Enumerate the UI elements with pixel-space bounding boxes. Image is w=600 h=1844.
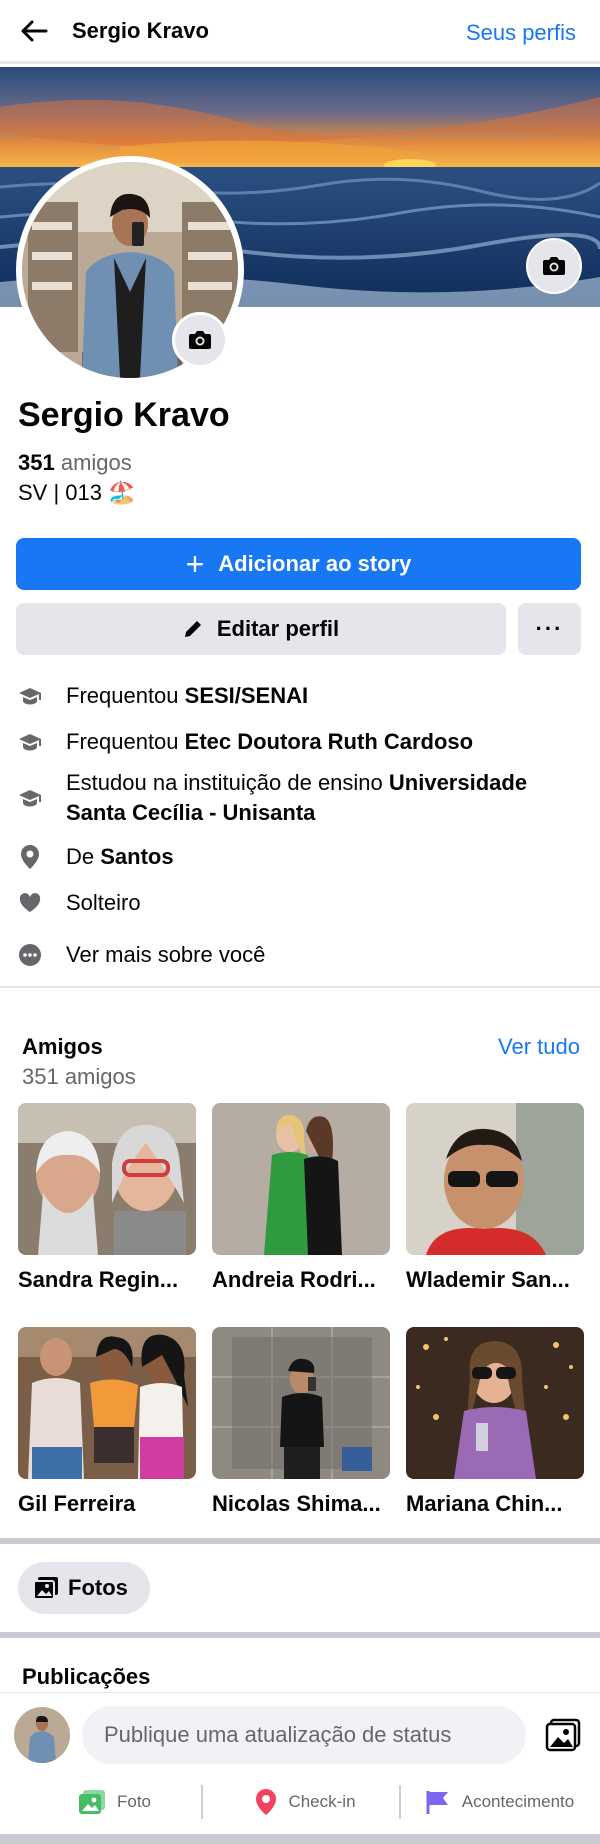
add-to-story-button[interactable]: + Adicionar ao story (16, 538, 581, 590)
intro-text: Ver mais sobre você (66, 942, 266, 967)
intro-education-2: Frequentou Etec Doutora Ruth Cardoso (16, 727, 586, 757)
intro-text: Frequentou (66, 729, 185, 754)
friend-card[interactable]: Gil Ferreira (18, 1327, 196, 1517)
photo-album-icon (34, 1577, 58, 1599)
action-divider (399, 1785, 401, 1819)
profile-bio: SV | 013 🏖️ (18, 480, 136, 505)
friend-card[interactable]: Nicolas Shima... (212, 1327, 390, 1517)
friends-count-label: amigos (60, 450, 132, 475)
photo-action-label: Foto (116, 1792, 152, 1811)
checkin-action-button[interactable]: Check-in (216, 1782, 396, 1822)
graduation-cap-icon (16, 727, 44, 757)
life-event-action-button[interactable]: Acontecimento (410, 1782, 590, 1822)
edit-profile-button[interactable]: Editar perfil (16, 603, 506, 655)
intro-bold[interactable]: Etec Doutora Ruth Cardoso (185, 729, 473, 754)
posts-section-title: Publicações (22, 1664, 151, 1689)
friend-card[interactable]: Sandra Regin... (18, 1103, 196, 1293)
friends-count-number: 351 (18, 450, 55, 475)
friends-count[interactable]: 351 amigos (18, 450, 132, 476)
graduation-cap-icon (16, 783, 44, 813)
see-all-friends-link[interactable]: Ver tudo (498, 1034, 580, 1060)
edit-cover-camera-icon[interactable] (526, 238, 582, 294)
photos-chip[interactable]: Fotos (18, 1562, 150, 1614)
photos-chip-label: Fotos (68, 1575, 128, 1600)
friend-card[interactable]: Andreia Rodri... (212, 1103, 390, 1293)
heart-icon (16, 888, 44, 918)
intro-text: Frequentou (66, 683, 185, 708)
divider (0, 1692, 600, 1693)
intro-education-3: Estudou na instituição de ensino Univers… (16, 768, 586, 828)
checkin-action-label: Check-in (288, 1792, 356, 1811)
edit-profile-label: Editar perfil (216, 616, 340, 641)
friend-name: Gil Ferreira (18, 1491, 136, 1516)
your-profiles-link[interactable]: Seus perfis (466, 20, 576, 46)
edit-avatar-camera-icon[interactable] (172, 312, 228, 368)
intro-bold[interactable]: Santos (100, 844, 173, 869)
friend-card[interactable]: Wlademir San... (406, 1103, 584, 1293)
divider (0, 1632, 600, 1638)
friend-name: Wlademir San... (406, 1267, 570, 1292)
add-to-story-label: Adicionar ao story (218, 551, 412, 576)
more-options-button[interactable]: ··· (518, 603, 581, 655)
composer-avatar[interactable] (14, 1707, 70, 1763)
intro-hometown: De Santos (16, 842, 586, 872)
friend-photo (18, 1327, 196, 1479)
status-update-input[interactable]: Publique uma atualização de status (82, 1706, 526, 1764)
photo-action-button[interactable]: Foto (40, 1782, 190, 1822)
friend-photo (212, 1103, 390, 1255)
divider (0, 1538, 600, 1544)
top-bar: Sergio Kravo Seus perfis (0, 0, 600, 64)
intro-text: Solteiro (66, 890, 141, 915)
graduation-cap-icon (16, 681, 44, 711)
intro-relationship: Solteiro (16, 888, 586, 918)
divider (0, 1834, 600, 1844)
location-pin-icon (256, 1789, 277, 1815)
friends-section-count: 351 amigos (22, 1064, 136, 1089)
friend-name: Nicolas Shima... (212, 1491, 381, 1516)
friend-name: Mariana Chin... (406, 1491, 563, 1516)
intro-education-1: Frequentou SESI/SENAI (16, 681, 586, 711)
friend-name: Sandra Regin... (18, 1267, 179, 1292)
header-title: Sergio Kravo (72, 17, 209, 43)
action-divider (201, 1785, 203, 1819)
intro-bold[interactable]: SESI/SENAI (185, 683, 308, 708)
back-arrow-icon[interactable] (16, 13, 52, 49)
friend-photo (406, 1327, 584, 1479)
life-event-action-label: Acontecimento (461, 1792, 575, 1811)
friend-card[interactable]: Mariana Chin... (406, 1327, 584, 1517)
friend-photo (18, 1103, 196, 1255)
friend-name: Andreia Rodri... (212, 1267, 376, 1292)
intro-text: De (66, 844, 101, 869)
friend-photo (406, 1103, 584, 1255)
friends-section-title: Amigos (22, 1034, 103, 1059)
divider (0, 986, 600, 988)
friend-photo (212, 1327, 390, 1479)
photo-icon (78, 1790, 105, 1814)
plus-icon: + (185, 546, 205, 582)
add-photo-icon[interactable] (544, 1716, 582, 1754)
location-pin-icon (16, 842, 44, 872)
intro-text: Estudou na instituição de ensino (66, 770, 389, 795)
profile-name: Sergio Kravo (18, 396, 230, 434)
pencil-icon (184, 621, 201, 637)
more-dots-icon (16, 940, 44, 970)
flag-icon (426, 1791, 448, 1814)
see-more-about-you[interactable]: Ver mais sobre você (16, 940, 586, 970)
